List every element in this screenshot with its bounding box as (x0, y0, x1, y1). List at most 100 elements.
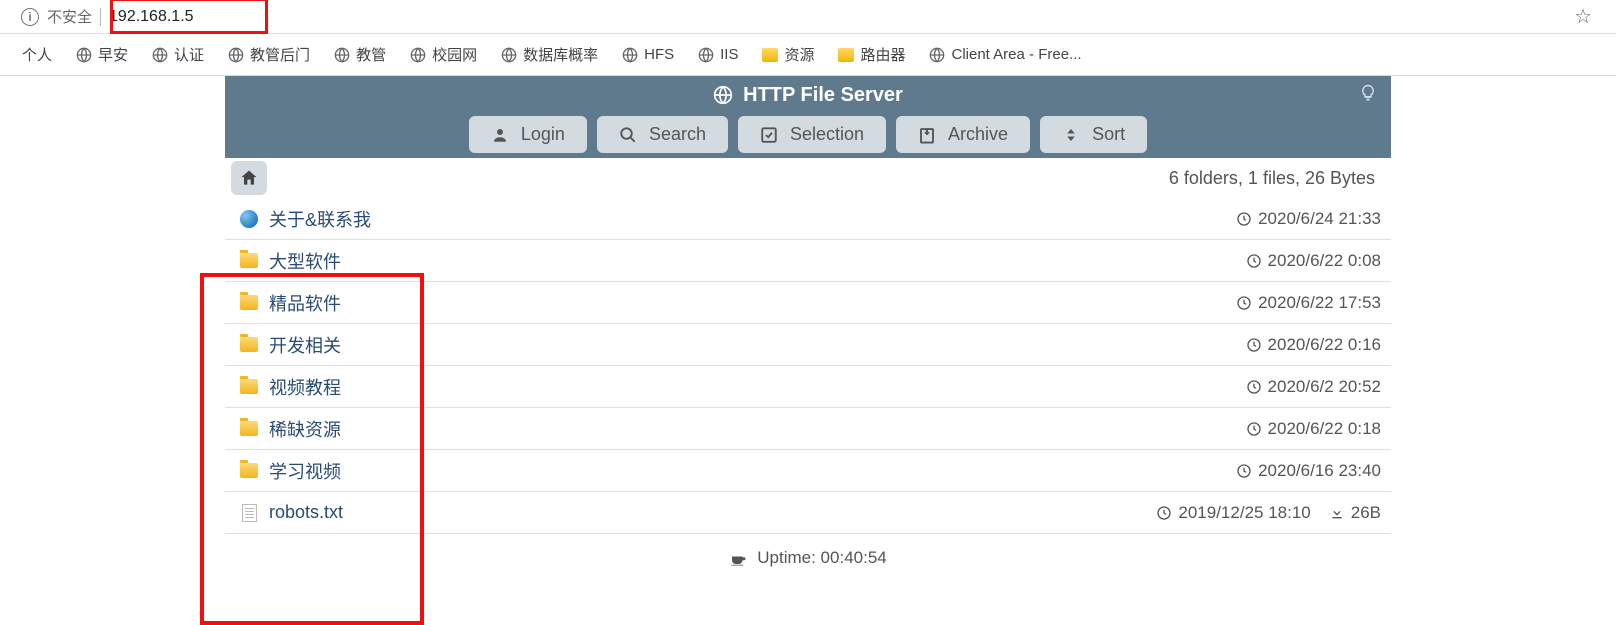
folder-icon (240, 421, 258, 436)
folder-row[interactable]: 学习视频 2020/6/16 23:40 (225, 450, 1391, 492)
info-icon: i (21, 8, 39, 26)
bookmark-item[interactable]: 早安 (66, 40, 138, 69)
bookmarks-bar: 个人 早安 认证 教管后门 教管 校园网 数据库概率 HFS IIS 资源 路由器 Client Ar… (0, 34, 1616, 76)
bookmark-item[interactable]: HFS (612, 42, 684, 67)
bookmark-label: 资源 (784, 44, 814, 65)
item-time: 2020/6/2 20:52 (1246, 377, 1381, 397)
file-row[interactable]: robots.txt 2019/12/25 18:10 26B (225, 492, 1391, 534)
bookmark-label: IIS (720, 46, 738, 63)
globe-icon (152, 47, 168, 63)
folder-icon (240, 295, 258, 310)
item-time: 2019/12/25 18:10 (1156, 503, 1310, 523)
address-field[interactable]: i 不安全 192.168.1.5 (8, 3, 1558, 31)
bookmark-item[interactable]: IIS (688, 42, 748, 67)
selection-label: Selection (790, 124, 864, 145)
item-name: 视频教程 (269, 374, 341, 400)
footer: Uptime: 00:40:54 (225, 534, 1391, 582)
bookmark-label: 早安 (98, 44, 128, 65)
bookmark-label: 数据库概率 (523, 44, 598, 65)
item-name: 关于&联系我 (269, 206, 371, 232)
item-name: robots.txt (269, 502, 343, 523)
bookmark-star-icon[interactable]: ☆ (1574, 4, 1592, 29)
item-time: 2020/6/22 0:08 (1246, 251, 1381, 271)
folder-row[interactable]: 关于&联系我 2020/6/24 21:33 (225, 198, 1391, 240)
uptime-text: Uptime: 00:40:54 (757, 548, 886, 568)
bookmark-item[interactable]: 数据库概率 (491, 40, 608, 69)
home-icon (239, 168, 259, 188)
check-square-icon (760, 126, 778, 144)
folder-row[interactable]: 稀缺资源 2020/6/22 0:18 (225, 408, 1391, 450)
folder-icon (838, 47, 854, 63)
bookmark-label: 路由器 (860, 44, 905, 65)
globe-icon (713, 85, 733, 105)
item-time: 2020/6/22 0:16 (1246, 335, 1381, 355)
archive-label: Archive (948, 124, 1008, 145)
folder-icon (240, 337, 258, 352)
browser-address-bar: i 不安全 192.168.1.5 ☆ (0, 0, 1616, 34)
folder-icon (240, 253, 258, 268)
bookmark-label: 认证 (174, 44, 204, 65)
folder-row[interactable]: 大型软件 2020/6/22 0:08 (225, 240, 1391, 282)
item-time: 2020/6/22 17:53 (1236, 293, 1381, 313)
item-time: 2020/6/22 0:18 (1246, 419, 1381, 439)
bookmark-item[interactable]: 校园网 (400, 40, 487, 69)
archive-button[interactable]: Archive (896, 116, 1030, 153)
folder-icon (240, 379, 258, 394)
search-button[interactable]: Search (597, 116, 728, 153)
item-time: 2020/6/16 23:40 (1236, 461, 1381, 481)
globe-icon (698, 47, 714, 63)
globe-icon (410, 47, 426, 63)
sort-icon (1062, 126, 1080, 144)
bookmark-label: 教管后门 (250, 44, 310, 65)
hfs-app: HTTP File Server Login Search Selection … (225, 76, 1391, 582)
item-time: 2020/6/24 21:33 (1236, 209, 1381, 229)
folder-row[interactable]: 视频教程 2020/6/2 20:52 (225, 366, 1391, 408)
globe-icon (622, 47, 638, 63)
item-name: 学习视频 (269, 458, 341, 484)
login-button[interactable]: Login (469, 116, 587, 153)
file-icon (242, 504, 257, 522)
hfs-title-text: HTTP File Server (743, 84, 903, 107)
bookmark-label: 校园网 (432, 44, 477, 65)
globe-icon (228, 47, 244, 63)
separator (100, 8, 101, 26)
breadcrumb: 6 folders, 1 files, 26 Bytes (225, 158, 1391, 198)
globe-icon (501, 47, 517, 63)
item-name: 稀缺资源 (269, 416, 341, 442)
folder-icon (240, 463, 258, 478)
bookmark-label: 个人 (22, 44, 52, 65)
home-button[interactable] (231, 161, 267, 195)
hfs-title: HTTP File Server (225, 80, 1391, 110)
lightbulb-icon[interactable] (1359, 84, 1377, 107)
folder-row[interactable]: 开发相关 2020/6/22 0:16 (225, 324, 1391, 366)
item-name: 大型软件 (269, 248, 341, 274)
bookmark-label: 教管 (356, 44, 386, 65)
sort-button[interactable]: Sort (1040, 116, 1147, 153)
search-label: Search (649, 124, 706, 145)
archive-icon (918, 126, 936, 144)
selection-button[interactable]: Selection (738, 116, 886, 153)
item-size: 26B (1329, 503, 1381, 523)
bookmark-item[interactable]: 个人 (12, 40, 62, 69)
item-name: 精品软件 (269, 290, 341, 316)
bookmark-item[interactable]: 教管 (324, 40, 396, 69)
bookmark-item[interactable]: 路由器 (828, 40, 915, 69)
bookmark-item[interactable]: 教管后门 (218, 40, 320, 69)
user-icon (491, 126, 509, 144)
globe-icon (929, 47, 945, 63)
globe-icon (76, 47, 92, 63)
globe-icon (240, 210, 258, 228)
bookmark-item[interactable]: Client Area - Free... (919, 42, 1091, 67)
coffee-icon (729, 549, 747, 567)
bookmark-item[interactable]: 资源 (752, 40, 824, 69)
hfs-toolbar: Login Search Selection Archive Sort (225, 116, 1391, 153)
hfs-header: HTTP File Server Login Search Selection … (225, 76, 1391, 158)
folder-row[interactable]: 精品软件 2020/6/22 17:53 (225, 282, 1391, 324)
folder-icon (762, 47, 778, 63)
sort-label: Sort (1092, 124, 1125, 145)
search-icon (619, 126, 637, 144)
login-label: Login (521, 124, 565, 145)
bookmark-label: Client Area - Free... (951, 46, 1081, 63)
item-name: 开发相关 (269, 332, 341, 358)
bookmark-item[interactable]: 认证 (142, 40, 214, 69)
